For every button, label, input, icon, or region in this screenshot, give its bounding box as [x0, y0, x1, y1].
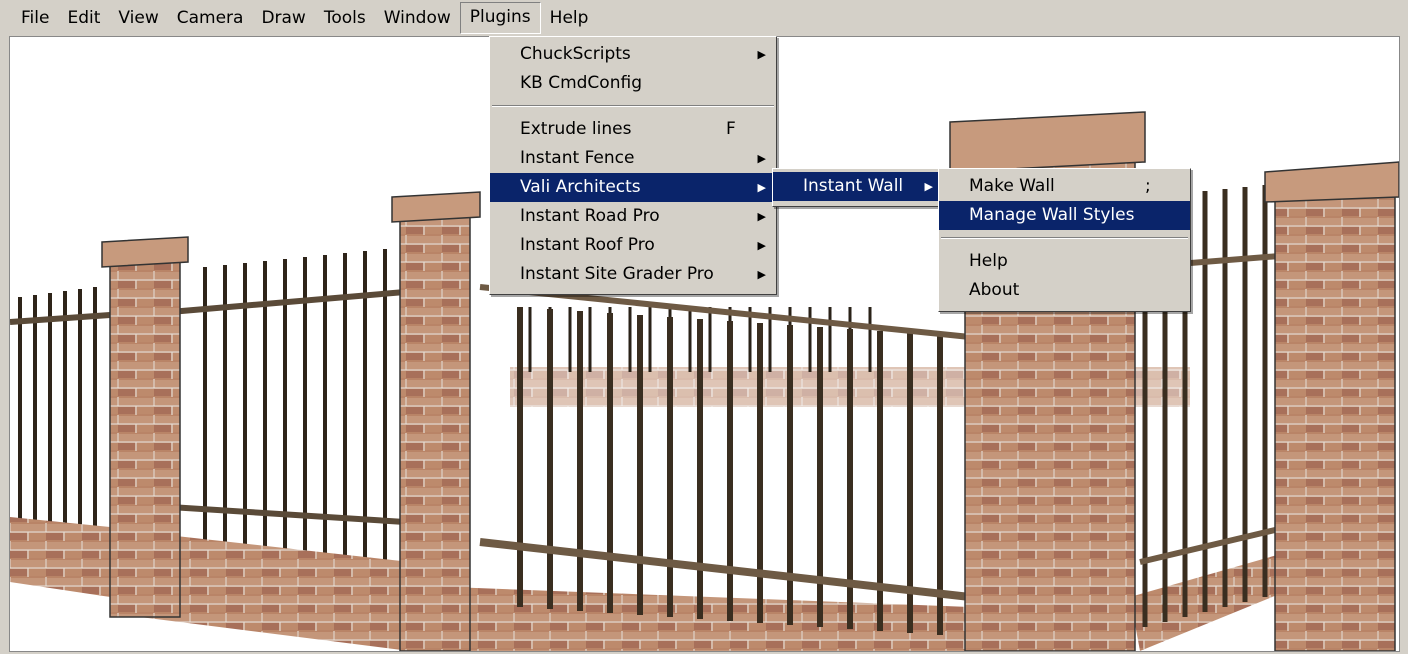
menu-edit[interactable]: Edit [58, 3, 109, 33]
menu-item-instant-wall[interactable]: Instant Wall ▶ [773, 172, 943, 201]
submenu-arrow-icon: ▶ [757, 239, 766, 252]
submenu-arrow-icon: ▶ [757, 268, 766, 281]
menu-item-instant-site-grader-pro[interactable]: Instant Site Grader Pro ▶ [490, 260, 776, 289]
submenu-arrow-icon: ▶ [757, 152, 766, 165]
vali-architects-submenu: Instant Wall ▶ [772, 168, 944, 207]
menu-plugins[interactable]: Plugins [459, 2, 541, 34]
submenu-arrow-icon: ▶ [757, 181, 766, 194]
instant-wall-submenu: Make Wall; Manage Wall Styles Help About [938, 168, 1191, 312]
menu-draw[interactable]: Draw [252, 3, 314, 33]
shortcut-label: F [726, 119, 736, 139]
menu-item-help[interactable]: Help [939, 247, 1190, 276]
menu-item-kb-cmdconfig[interactable]: KB CmdConfig [490, 69, 776, 98]
menu-item-instant-road-pro[interactable]: Instant Road Pro ▶ [490, 202, 776, 231]
menu-window[interactable]: Window [375, 3, 460, 33]
menu-help[interactable]: Help [541, 3, 598, 33]
menu-item-extrude-lines[interactable]: Extrude lines F [490, 115, 776, 144]
submenu-arrow-icon: ▶ [924, 180, 933, 193]
shortcut-label: ; [1145, 176, 1151, 196]
menu-separator [492, 105, 774, 107]
menu-item-instant-fence[interactable]: Instant Fence ▶ [490, 144, 776, 173]
menu-item-vali-architects[interactable]: Vali Architects ▶ [490, 173, 776, 202]
menu-separator [941, 237, 1188, 239]
submenu-arrow-icon: ▶ [757, 210, 766, 223]
menu-item-chuckscripts[interactable]: ChuckScripts ▶ [490, 40, 776, 69]
menu-camera[interactable]: Camera [168, 3, 253, 33]
submenu-arrow-icon: ▶ [757, 48, 766, 61]
menu-tools[interactable]: Tools [315, 3, 375, 33]
menu-item-make-wall[interactable]: Make Wall; [939, 172, 1190, 201]
menu-view[interactable]: View [109, 3, 167, 33]
plugins-menu: ChuckScripts ▶ KB CmdConfig Extrude lines… [489, 36, 777, 295]
menu-item-about[interactable]: About [939, 276, 1190, 305]
menu-bar: File Edit View Camera Draw Tools Window … [0, 0, 1408, 36]
menu-item-manage-wall-styles[interactable]: Manage Wall Styles [939, 201, 1190, 230]
menu-file[interactable]: File [0, 3, 58, 33]
menu-item-instant-roof-pro[interactable]: Instant Roof Pro ▶ [490, 231, 776, 260]
